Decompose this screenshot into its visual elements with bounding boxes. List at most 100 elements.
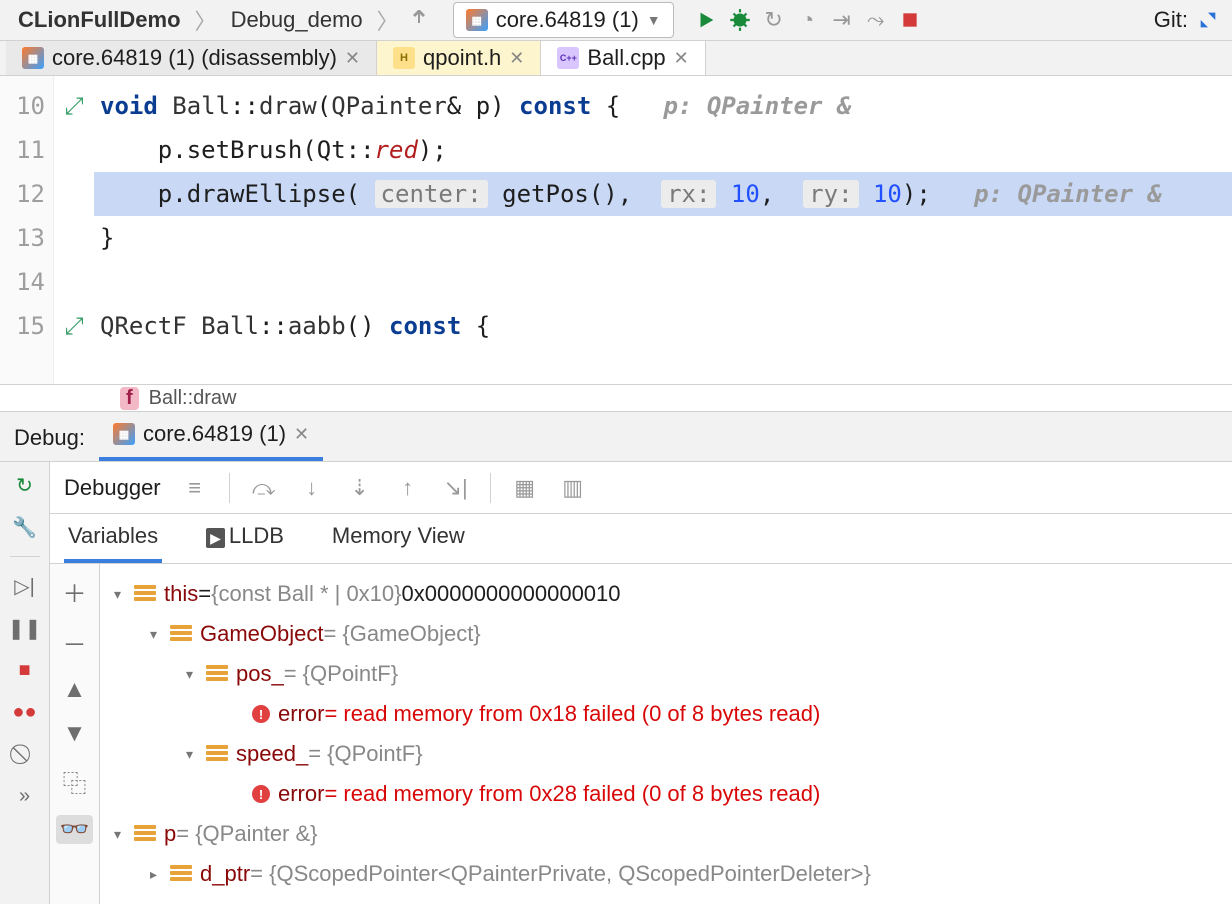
close-icon[interactable]: ✕: [345, 48, 360, 69]
editor[interactable]: 10 11 12 13 14 15 ⤢ ⤢ void Ball::draw(QP…: [0, 76, 1232, 384]
copy-icon[interactable]: ⿻: [63, 764, 87, 799]
chevron-down-icon[interactable]: [186, 666, 206, 683]
debug-session-tab[interactable]: ▦ core.64819 (1) ✕: [99, 411, 323, 461]
run-config-selector[interactable]: ▦ core.64819 (1) ▼: [453, 2, 674, 38]
threads-icon[interactable]: ≡: [181, 474, 209, 502]
var-row-error[interactable]: ! error = read memory from 0x28 failed (…: [114, 774, 1218, 814]
tab-disassembly[interactable]: ▦ core.64819 (1) (disassembly) ✕: [6, 41, 377, 75]
coverage-icon[interactable]: ↻: [760, 6, 788, 34]
step-into-icon[interactable]: ↓: [298, 474, 326, 502]
chevron-right-icon[interactable]: [150, 866, 170, 883]
variables-sidestrip: ＋ － ▲ ▼ ⿻ 👓: [50, 564, 100, 904]
subtab-variables[interactable]: Variables: [64, 513, 162, 563]
code-line[interactable]: [94, 260, 1232, 304]
debug-sidestrip: ↻ 🔧 ▷| ❚❚ ■ ●● ⃠ »: [0, 462, 50, 904]
tab-label: core.64819 (1) (disassembly): [52, 45, 337, 71]
layout-icon[interactable]: ▥: [559, 474, 587, 502]
close-icon[interactable]: ✕: [509, 48, 524, 69]
variables-tree[interactable]: this = {const Ball * | 0x10} 0x000000000…: [100, 564, 1232, 904]
field-icon: [206, 745, 228, 763]
run-config-label: core.64819 (1): [496, 7, 639, 33]
field-icon: [134, 585, 156, 603]
field-icon: [170, 865, 192, 883]
breadcrumb-project[interactable]: CLionFullDemo: [10, 5, 189, 35]
debug-panel: Debug: ▦ core.64819 (1) ✕ ↻ 🔧 ▷| ❚❚ ■ ●●…: [0, 411, 1232, 904]
var-row-dptr[interactable]: d_ptr = {QScopedPointer<QPainterPrivate,…: [114, 854, 1218, 894]
add-watch-icon[interactable]: ＋: [63, 574, 87, 609]
chevron-down-icon[interactable]: [150, 626, 170, 643]
field-icon: [206, 665, 228, 683]
git-label: Git:: [1154, 7, 1188, 33]
impl-marker-icon[interactable]: ⤢: [64, 92, 83, 120]
impl-marker-icon[interactable]: ⤢: [64, 312, 83, 340]
code-line[interactable]: QRectF Ball::aabb() const {: [94, 304, 1232, 348]
breadcrumb-sep: 〉: [195, 4, 217, 36]
step-out-icon[interactable]: ↑: [394, 474, 422, 502]
gutter: 10 11 12 13 14 15: [0, 76, 54, 384]
var-row-error[interactable]: ! error = read memory from 0x18 failed (…: [114, 694, 1218, 734]
tab-label: Ball.cpp: [587, 45, 665, 71]
close-icon[interactable]: ✕: [674, 48, 689, 69]
code-line-current[interactable]: p.drawEllipse( center: getPos(), rx: 10,…: [94, 172, 1232, 216]
step-over-icon[interactable]: ⤼: [250, 474, 278, 502]
error-icon: !: [252, 705, 270, 723]
chevron-down-icon[interactable]: [114, 826, 134, 843]
tab-qpoint-h[interactable]: H qpoint.h ✕: [377, 41, 541, 75]
rerun-icon[interactable]: ↻: [12, 472, 38, 498]
force-step-into-icon[interactable]: ⇣: [346, 474, 374, 502]
step-icon[interactable]: ⤳: [862, 6, 890, 34]
code-area[interactable]: void Ball::draw(QPainter& p) const { p: …: [94, 76, 1232, 384]
gutter-marks: ⤢ ⤢: [54, 76, 94, 384]
breakpoints-icon[interactable]: ●●: [12, 699, 38, 725]
debug-tab-row: Debug: ▦ core.64819 (1) ✕: [0, 412, 1232, 462]
tab-label: qpoint.h: [423, 45, 501, 71]
glasses-icon[interactable]: 👓: [56, 815, 94, 844]
chevron-down-icon[interactable]: [114, 586, 134, 603]
code-line[interactable]: }: [94, 216, 1232, 260]
subtab-lldb[interactable]: ▶LLDB: [202, 513, 288, 563]
chevron-down-icon[interactable]: [186, 746, 206, 763]
build-icon[interactable]: [405, 6, 433, 34]
resume-icon[interactable]: ▷|: [12, 573, 38, 599]
error-icon: !: [252, 785, 270, 803]
function-badge-icon: f: [120, 387, 139, 410]
close-icon[interactable]: ✕: [294, 424, 309, 445]
profile-icon[interactable]: ◔: [794, 6, 822, 34]
tab-ball-cpp[interactable]: C++ Ball.cpp ✕: [541, 41, 705, 75]
var-row-p[interactable]: p = {QPainter &}: [114, 814, 1218, 854]
move-up-icon[interactable]: ▲: [63, 676, 87, 704]
subtab-memory[interactable]: Memory View: [328, 513, 469, 563]
debug-label: Debug:: [0, 415, 99, 461]
run-to-cursor-icon[interactable]: ↘|: [442, 474, 470, 502]
settings-icon[interactable]: 🔧: [12, 514, 38, 540]
mute-bp-icon[interactable]: ⃠: [12, 741, 38, 767]
editor-tabs: ▦ core.64819 (1) (disassembly) ✕ H qpoin…: [0, 41, 1232, 76]
var-row-speed[interactable]: speed_ = {QPointF}: [114, 734, 1218, 774]
breadcrumb-sep: 〉: [377, 4, 399, 36]
code-line[interactable]: void Ball::draw(QPainter& p) const { p: …: [94, 84, 1232, 128]
run-icon[interactable]: [692, 6, 720, 34]
editor-breadcrumb[interactable]: f Ball::draw: [0, 384, 1232, 411]
var-row-gameobject[interactable]: GameObject = {GameObject}: [114, 614, 1218, 654]
debugger-toolbar: Debugger ≡ ⤼ ↓ ⇣ ↑ ↘| ▦ ▥: [50, 462, 1232, 514]
var-row-pos[interactable]: pos_ = {QPointF}: [114, 654, 1218, 694]
attach-icon[interactable]: ⇥: [828, 6, 856, 34]
var-row-this[interactable]: this = {const Ball * | 0x10} 0x000000000…: [114, 574, 1218, 614]
config-icon: ▦: [113, 423, 135, 445]
field-icon: [170, 625, 192, 643]
more-icon[interactable]: »: [12, 783, 38, 809]
update-icon[interactable]: [1194, 6, 1222, 34]
pause-icon[interactable]: ❚❚: [12, 615, 38, 641]
stop-icon[interactable]: ■: [12, 657, 38, 683]
evaluate-icon[interactable]: ▦: [511, 474, 539, 502]
debug-icon[interactable]: [726, 6, 754, 34]
field-icon: [134, 825, 156, 843]
debugger-label: Debugger: [64, 475, 161, 501]
stop-icon[interactable]: [896, 6, 924, 34]
config-icon: ▦: [466, 9, 488, 31]
move-down-icon[interactable]: ▼: [63, 720, 87, 748]
code-line[interactable]: p.setBrush(Qt::red);: [94, 128, 1232, 172]
breadcrumb-target[interactable]: Debug_demo: [223, 5, 371, 35]
navbar: CLionFullDemo 〉 Debug_demo 〉 ▦ core.6481…: [0, 0, 1232, 41]
remove-watch-icon[interactable]: －: [63, 625, 87, 660]
